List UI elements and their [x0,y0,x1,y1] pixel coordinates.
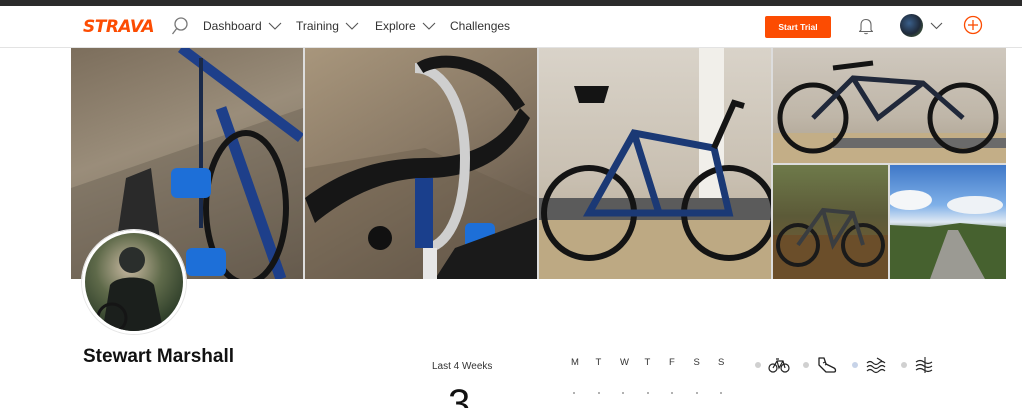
bell-icon[interactable] [858,17,874,35]
sport-filter-run[interactable] [803,356,838,374]
chevron-down-icon[interactable] [930,22,943,30]
nav-training-label: Training [296,19,339,33]
chevron-down-icon [422,22,436,30]
other-sport-icon [915,357,933,373]
nav-challenges-label: Challenges [450,19,511,33]
sport-indicator-dot [901,362,907,368]
cover-photo-banner [71,48,1006,279]
day-dot [590,392,615,394]
weekday-label: T [644,357,651,368]
cover-photo-2[interactable] [305,48,537,279]
bike-icon [768,358,790,373]
chevron-down-icon [345,22,359,30]
sport-filter-ride[interactable] [755,356,790,374]
chevron-down-icon [268,22,282,30]
shoe-icon [818,357,837,373]
day-dot [663,392,688,394]
sport-indicator-dot [852,362,858,368]
top-navbar: STRAVA Dashboard Training Explore Challe… [0,6,1022,48]
cover-photo-6[interactable] [890,165,1006,279]
search-icon[interactable] [171,16,189,36]
day-dot [565,392,590,394]
cover-photo-3[interactable] [539,48,771,279]
cover-photo-5[interactable] [773,165,888,279]
nav-challenges[interactable]: Challenges [450,19,510,33]
cover-photo-4[interactable] [773,48,1006,163]
weekday-label: W [620,357,629,368]
plus-circle-icon[interactable] [963,15,983,35]
weekday-header: M T W T F S S [565,357,737,368]
nav-dashboard-label: Dashboard [203,19,262,33]
nav-training[interactable]: Training [296,19,359,33]
nav-explore-label: Explore [375,19,416,33]
sport-indicator-dot [803,362,809,368]
sport-filter-swim[interactable] [852,356,887,374]
nav-explore[interactable]: Explore [375,19,436,33]
period-label: Last 4 Weeks [432,361,493,372]
start-trial-button[interactable]: Start Trial [765,16,831,38]
athlete-name: Stewart Marshall [83,346,234,367]
swim-icon [866,357,886,374]
strava-logo[interactable]: STRAVA [83,17,155,37]
weekday-label: T [595,357,602,368]
day-dot [614,392,639,394]
sport-filter-other[interactable] [901,356,936,374]
user-avatar[interactable] [900,14,923,37]
day-dot [712,392,737,394]
weekday-activity-dots [565,392,737,394]
weekday-label: F [669,357,675,368]
nav-dashboard[interactable]: Dashboard [203,19,282,33]
weekday-label: S [693,357,700,368]
activity-count: 3 [448,382,471,408]
weekday-label: M [571,357,579,368]
day-dot [688,392,713,394]
profile-avatar[interactable] [82,230,186,334]
sport-indicator-dot [755,362,761,368]
weekday-label: S [718,357,725,368]
day-dot [639,392,664,394]
